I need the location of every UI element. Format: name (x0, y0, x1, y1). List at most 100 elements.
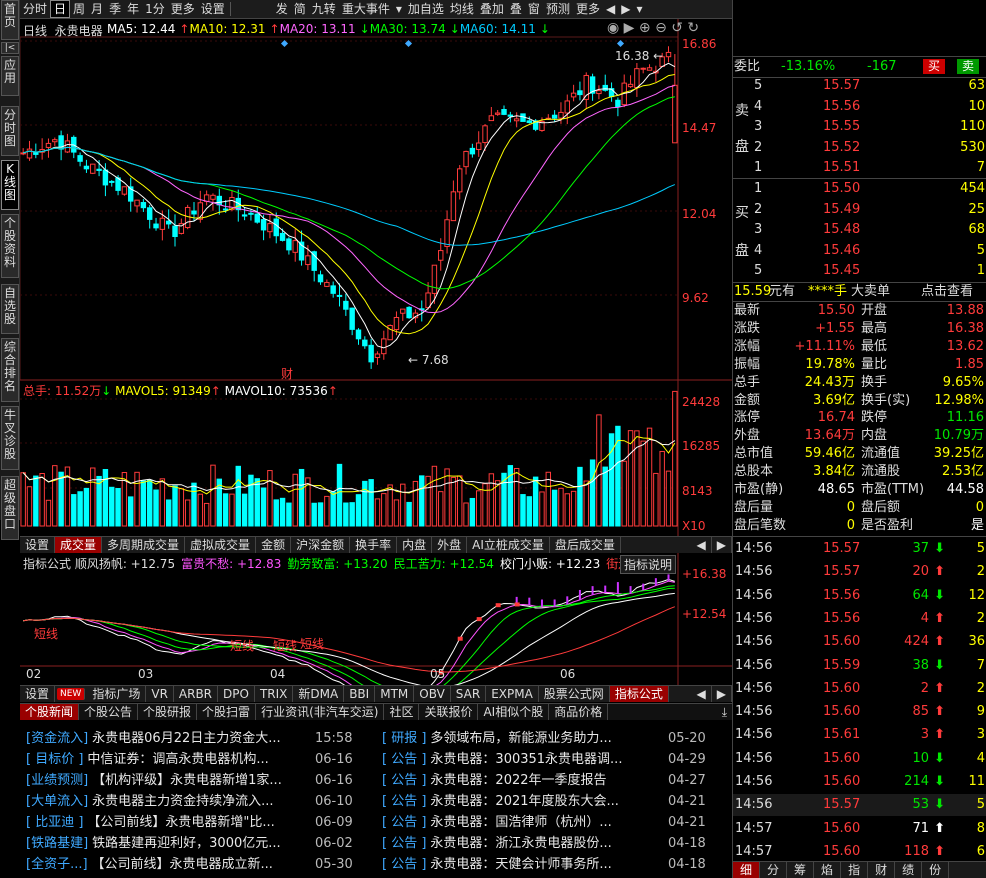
toolbar-period-3[interactable]: 月 (88, 0, 106, 18)
toolbar-period-7[interactable]: 更多 (168, 0, 198, 18)
news-item[interactable]: [ 公告 ] 永贵电器：天健会计师事务所... 04-18 (382, 854, 708, 875)
finance-marker[interactable]: 财 (281, 365, 293, 382)
news-tab-1[interactable]: 个股公告 (79, 704, 139, 720)
indicator-tab-1[interactable]: NEW (57, 688, 86, 700)
indicator-tab-4[interactable]: ARBR (174, 686, 219, 702)
detail-tab-4[interactable]: 指 (841, 862, 869, 878)
indicator-tab-13[interactable]: 股票公式网 (539, 686, 610, 702)
news-title[interactable]: 【机构评级】永贵电器新增1家... (92, 773, 282, 788)
news-tag[interactable]: [业绩预测] (26, 773, 88, 788)
toolbar-dropdown-icon[interactable]: ▾ (633, 0, 645, 18)
news-tab-7[interactable]: AI相似个股 (478, 704, 550, 720)
toolbar-period-5[interactable]: 年 (124, 0, 142, 18)
news-item[interactable]: [ 公告 ] 永贵电器：300351永贵电器调... 04-29 (382, 749, 708, 770)
volume-tab-4[interactable]: 金额 (256, 537, 292, 553)
news-item[interactable]: [ 公告 ] 永贵电器：浙江永贵电器股份... 04-18 (382, 833, 708, 854)
toolbar-tool-5[interactable]: 加自选 (405, 0, 447, 18)
tick-row[interactable]: 14:56 15.60 214 ⬇ 11 (733, 771, 986, 793)
detail-tab-3[interactable]: 焰 (814, 862, 842, 878)
detail-tab-7[interactable]: 份 (922, 862, 950, 878)
tick-row[interactable]: 14:56 15.57 20 ⬆ 2 (733, 561, 986, 583)
news-item[interactable]: [全资子...] 【公司前线】永贵电器成立新... 05-30 (26, 854, 355, 875)
bid-level-row[interactable]: 4 15.46 5 (733, 242, 986, 260)
indicator-tab-3[interactable]: VR (146, 686, 174, 702)
volume-tab-1[interactable]: 成交量 (55, 537, 103, 553)
volume-tab-0[interactable]: 设置 (20, 537, 56, 553)
news-item[interactable]: [ 目标价 ] 中信证券：调高永贵电器机构... 06-16 (26, 749, 355, 770)
indicator-tab-10[interactable]: OBV (414, 686, 451, 702)
vtab-1[interactable]: 应用 (1, 56, 19, 96)
news-tab-8[interactable]: 商品价格 (549, 704, 609, 720)
ask-level-row[interactable]: 5 15.57 63 (733, 77, 986, 95)
vtab-collapse-button[interactable]: |< (1, 42, 19, 54)
vtab-5[interactable]: 自选股 (1, 284, 19, 334)
tick-row[interactable]: 14:56 15.56 64 ⬇ 12 (733, 585, 986, 607)
tick-row[interactable]: 14:57 15.60 118 ⬆ 6 (733, 841, 986, 863)
indicator-tab-12[interactable]: EXPMA (486, 686, 539, 702)
indicator-tab-0[interactable]: 设置 (20, 686, 56, 702)
volume-tab-9[interactable]: AI立桩成交量 (467, 537, 550, 553)
indicator-help-button[interactable]: 指标说明 (620, 555, 677, 574)
news-item[interactable]: [大单流入] 永贵电器主力资金持续净流入... 06-10 (26, 791, 355, 812)
vtab-2[interactable]: 分时图 (1, 106, 19, 156)
bid-level-row[interactable]: 3 15.48 68 (733, 221, 986, 239)
toolbar-period-4[interactable]: 季 (106, 0, 124, 18)
news-title[interactable]: 【公司前线】永贵电器成立新... (92, 857, 273, 872)
toolbar-tool-0[interactable]: 发 (273, 0, 291, 18)
news-tag[interactable]: [ 公告 ] (382, 836, 426, 851)
tick-row[interactable]: 14:56 15.60 2 ⬆ 2 (733, 678, 986, 700)
bid-level-row[interactable]: 5 15.45 1 (733, 262, 986, 280)
volume-tab-8[interactable]: 外盘 (432, 537, 468, 553)
toolbar-period-6[interactable]: 1分 (142, 0, 168, 18)
indicator-tab-14[interactable]: 指标公式 (609, 686, 669, 702)
toolbar-tool-2[interactable]: 九转 (309, 0, 339, 18)
prev-tab-icon[interactable]: ◀ (692, 686, 712, 702)
toolbar-period-0[interactable]: 分时 (20, 0, 50, 18)
news-tag[interactable]: [全资子...] (26, 857, 88, 872)
news-tag[interactable]: [ 公告 ] (382, 857, 426, 872)
kline-svg[interactable] (20, 19, 732, 536)
toolbar-tool-4[interactable]: ▾ (393, 0, 405, 18)
indicator-tab-9[interactable]: MTM (375, 686, 415, 702)
tick-row[interactable]: 14:56 15.60 424 ⬆ 36 (733, 631, 986, 653)
download-icon[interactable]: ⤓ (717, 704, 732, 720)
toolbar-tool-7[interactable]: 叠加 (477, 0, 507, 18)
detail-tab-1[interactable]: 分 (760, 862, 788, 878)
indicator-tab-5[interactable]: DPO (218, 686, 255, 702)
news-title[interactable]: 【公司前线】永贵电器新增"比... (87, 815, 274, 830)
news-title[interactable]: 中信证券：调高永贵电器机构... (87, 752, 268, 767)
volume-tab-2[interactable]: 多周期成交量 (102, 537, 186, 553)
volume-tab-7[interactable]: 内盘 (397, 537, 433, 553)
news-tag[interactable]: [资金流入] (26, 731, 88, 746)
toolbar-period-2[interactable]: 周 (70, 0, 88, 18)
toolbar-tool-3[interactable]: 重大事件 (339, 0, 393, 18)
news-tag[interactable]: [ 公告 ] (382, 773, 426, 788)
news-item[interactable]: [业绩预测] 【机构评级】永贵电器新增1家... 06-16 (26, 770, 355, 791)
toolbar-tool-8[interactable]: 叠 (507, 0, 525, 18)
volume-tab-5[interactable]: 沪深金额 (291, 537, 351, 553)
news-item[interactable]: [ 研报 ] 多领域布局，新能源业务助力... 05-20 (382, 728, 708, 749)
toolbar-tool-9[interactable]: 窗 (525, 0, 543, 18)
indicator-tab-2[interactable]: 指标广场 (87, 686, 147, 702)
ask-level-row[interactable]: 1 15.51 7 (733, 159, 986, 177)
vtab-4[interactable]: 个股资料 (1, 214, 19, 278)
vtab-7[interactable]: 牛叉诊股 (1, 406, 19, 470)
news-title[interactable]: 永贵电器主力资金持续净流入... (92, 794, 273, 809)
next-tab-icon[interactable]: ▶ (712, 686, 732, 702)
toolbar-period-1[interactable]: 日 (50, 0, 71, 18)
chart-tool-icons[interactable]: ◉ ▶ ⊕ ⊖ ↺ ↻ (607, 20, 699, 36)
news-tab-6[interactable]: 关联报价 (419, 704, 479, 720)
tick-row[interactable]: 14:56 15.57 53 ⬇ 5 (733, 794, 986, 817)
tick-row[interactable]: 14:56 15.59 38 ⬇ 7 (733, 655, 986, 677)
ask-level-row[interactable]: 3 15.55 110 (733, 118, 986, 136)
toolbar-next-icon[interactable]: ▶ (618, 0, 633, 18)
buy-button[interactable]: 买 (923, 59, 946, 74)
indicator-tab-7[interactable]: 新DMA (293, 686, 345, 702)
indicator-tab-11[interactable]: SAR (451, 686, 487, 702)
news-title[interactable]: 永贵电器：2022年一季度报告 (430, 773, 606, 788)
volume-tab-6[interactable]: 换手率 (350, 537, 398, 553)
news-tag[interactable]: [ 比亚迪 ] (26, 815, 83, 830)
news-title[interactable]: 铁路基建再迎利好，3000亿元... (92, 836, 280, 851)
news-tab-3[interactable]: 个股扫雷 (197, 704, 257, 720)
news-tag[interactable]: [ 公告 ] (382, 815, 426, 830)
